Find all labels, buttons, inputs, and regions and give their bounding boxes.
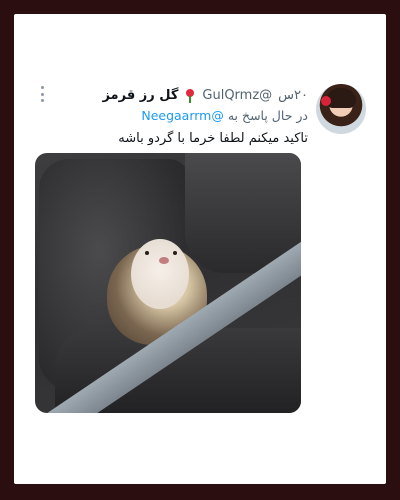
tweet-card[interactable]: گل رز قرمز @GulQrmz ۲۰س در حال پاسخ به @…: [14, 14, 386, 484]
photo-hedgehog-eye: [173, 251, 177, 255]
tweet-header: گل رز قرمز @GulQrmz ۲۰س: [102, 88, 308, 103]
photo-hedgehog-nose: [159, 257, 169, 264]
replying-to: در حال پاسخ به @Neegaarrm: [141, 108, 308, 123]
timestamp[interactable]: ۲۰س: [278, 88, 308, 103]
screenshot-frame: گل رز قرمز @GulQrmz ۲۰س در حال پاسخ به @…: [14, 14, 386, 484]
tweet-text: تاکید میکنم لطفا خرما با گردو باشه: [118, 131, 308, 146]
display-name[interactable]: گل رز قرمز: [102, 88, 178, 103]
reply-mention-link[interactable]: @Neegaarrm: [141, 108, 224, 123]
photo-hedgehog-eye: [145, 251, 149, 255]
replying-to-label: در حال پاسخ به: [227, 108, 308, 123]
user-handle[interactable]: @GulQrmz: [202, 88, 272, 103]
more-vertical-icon[interactable]: [38, 86, 46, 102]
rose-emoji-icon: [184, 88, 196, 103]
avatar-flower: [321, 96, 331, 106]
avatar[interactable]: [316, 84, 366, 134]
photo-hedgehog-face: [131, 239, 189, 309]
tweet-photo[interactable]: [35, 153, 301, 413]
